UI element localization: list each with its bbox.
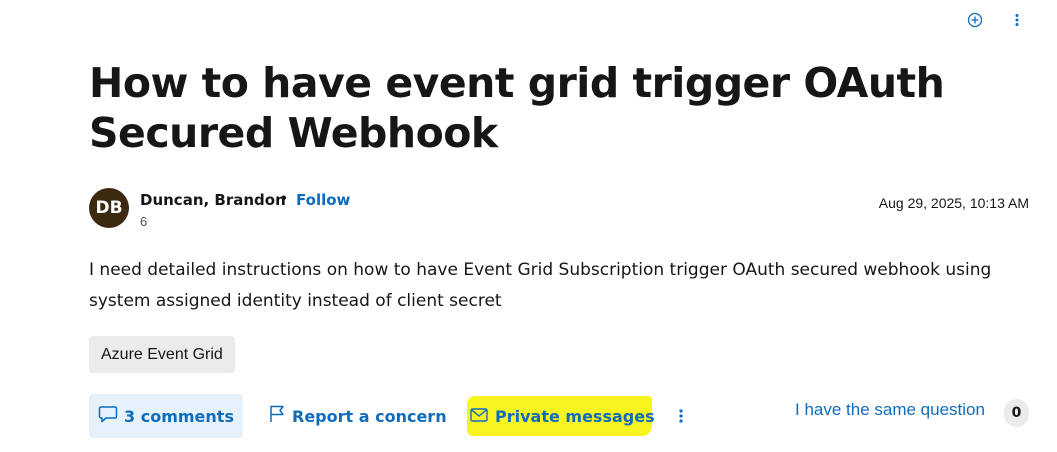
follow-link[interactable]: Follow <box>296 191 350 209</box>
envelope-icon <box>470 407 488 426</box>
plus-circle-icon[interactable] <box>965 10 985 30</box>
avatar[interactable]: DB <box>89 188 129 228</box>
same-question-button[interactable]: I have the same question <box>795 400 985 420</box>
question-body: I need detailed instructions on how to h… <box>89 260 992 311</box>
report-concern-button[interactable]: Report a concern <box>269 394 447 438</box>
top-actions <box>965 10 1027 30</box>
author-row: DB Duncan, Brandon • Follow 6 Aug 29, 20… <box>89 188 1029 232</box>
question-page: How to have event grid trigger OAuth Sec… <box>0 0 1057 452</box>
question-title: How to have event grid trigger OAuth Sec… <box>89 59 945 157</box>
author-name[interactable]: Duncan, Brandon <box>140 191 286 209</box>
separator-dot: • <box>281 190 287 207</box>
more-actions-icon[interactable] <box>673 406 689 426</box>
private-messages-label: Private messages <box>495 406 655 426</box>
tag-azure-event-grid[interactable]: Azure Event Grid <box>89 336 235 373</box>
comments-label: 3 comments <box>124 406 234 426</box>
same-question-count: 0 <box>1004 399 1029 427</box>
flag-icon <box>269 405 285 427</box>
report-label: Report a concern <box>292 406 447 426</box>
more-vertical-icon[interactable] <box>1007 10 1027 30</box>
post-timestamp: Aug 29, 2025, 10:13 AM <box>878 195 1029 211</box>
comment-icon <box>98 405 118 427</box>
private-messages-button[interactable]: Private messages <box>470 394 655 438</box>
comments-button[interactable]: 3 comments <box>89 394 243 438</box>
reputation-points: 6 <box>140 214 148 229</box>
actions-row: 3 comments Report a concern Private mess… <box>89 394 1039 438</box>
